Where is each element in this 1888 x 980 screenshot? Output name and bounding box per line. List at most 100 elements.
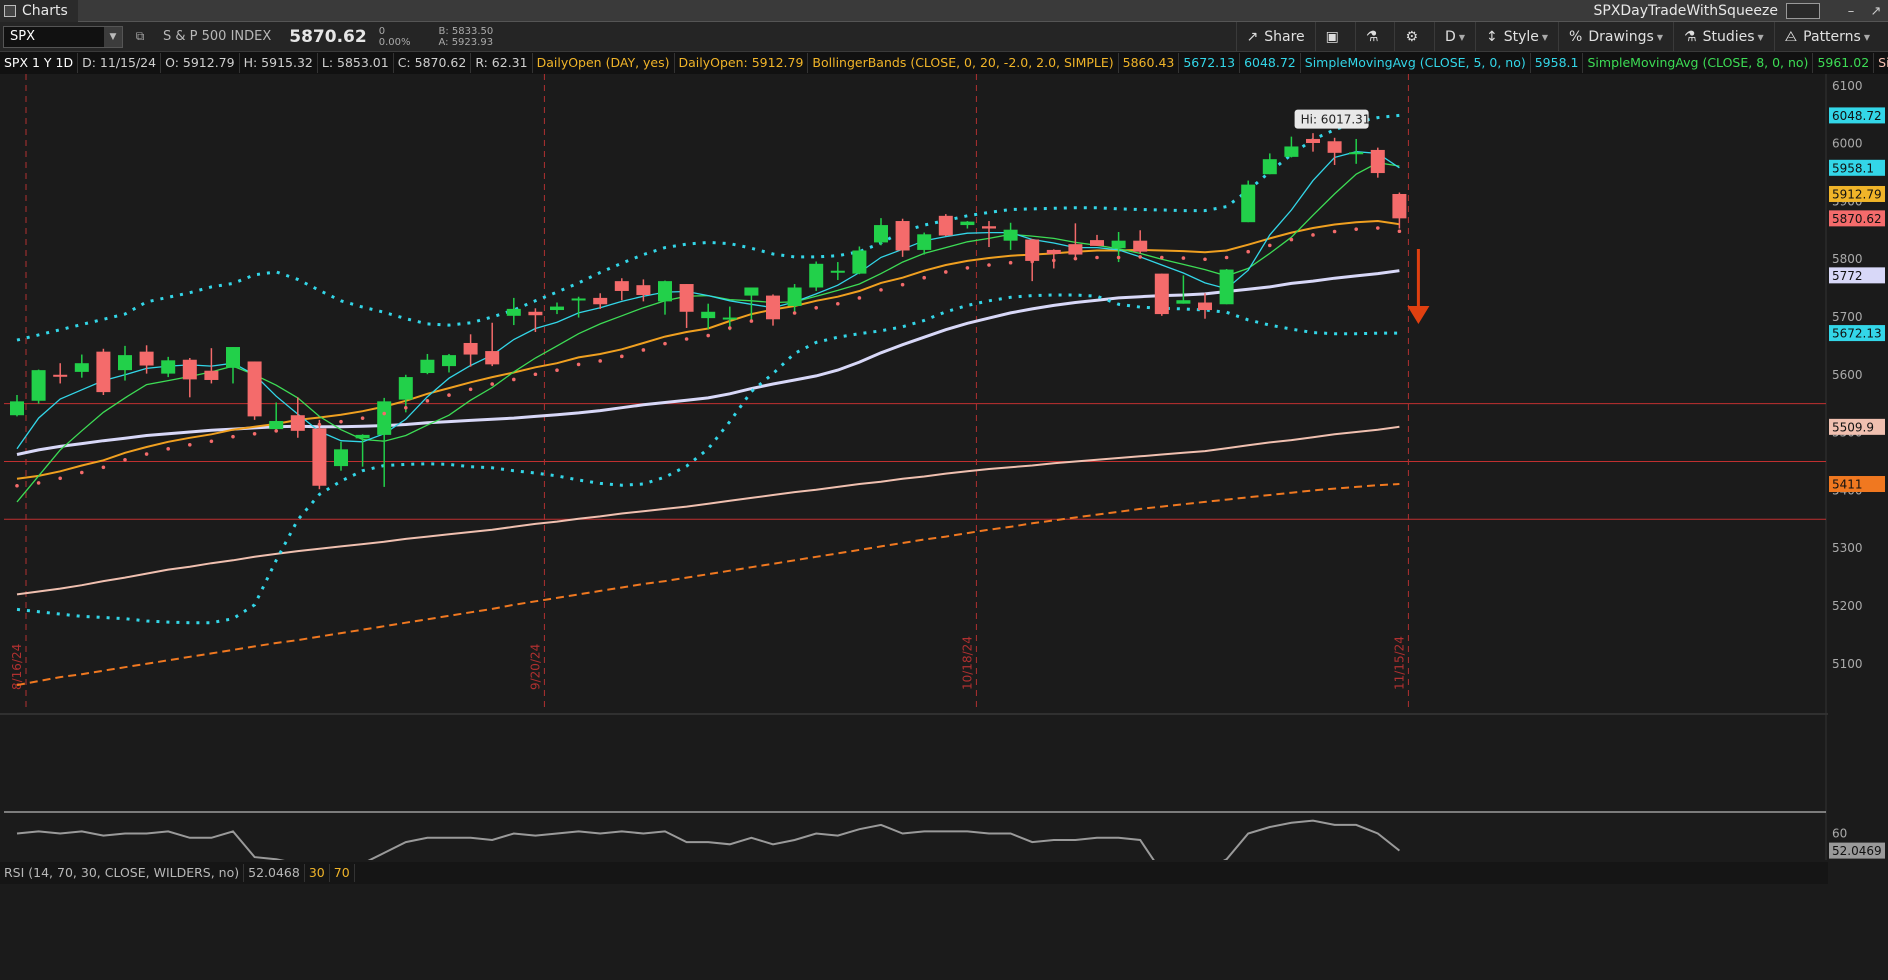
- price-chart[interactable]: 8/16/24 9/20/24 10/18/24 11/15/24 6100 6000 59…: [0, 74, 1888, 957]
- date-marker-label: 9/20/24: [528, 644, 542, 690]
- study-info-item[interactable]: DailyOpen (DAY, yes): [533, 53, 675, 73]
- study-info-item[interactable]: D: 11/15/24: [78, 53, 162, 73]
- style-button[interactable]: ↕ Style ▼: [1474, 22, 1558, 52]
- daily-open-dot: [1376, 226, 1380, 230]
- rsi-header: RSI (14, 70, 30, CLOSE, WILDERS, no) 52.…: [0, 862, 1828, 884]
- daily-open-dot: [58, 476, 62, 481]
- study-info-item[interactable]: H: 5915.32: [240, 53, 318, 73]
- study-info-item[interactable]: R: 62.31: [471, 53, 533, 73]
- daily-open-dot: [1095, 255, 1099, 260]
- candle-body: [938, 215, 953, 236]
- candle-body: [852, 250, 867, 274]
- candle-body: [895, 221, 910, 251]
- study-info-item[interactable]: 5961.02: [1813, 53, 1875, 73]
- chart-alert-icon: ▣: [1325, 29, 1339, 45]
- period-button[interactable]: D ▼: [1434, 22, 1475, 52]
- candle-body: [1370, 149, 1385, 174]
- symbol-input[interactable]: SPX ▼: [3, 25, 123, 48]
- bid-ask: B: 5833.50 A: 5923.93: [438, 26, 493, 48]
- daily-open-dot: [533, 372, 538, 377]
- study-info-bar: SPX 1 Y 1D D: 11/15/24 O: 5912.79 H: 5915.3…: [0, 52, 1888, 74]
- daily-open-dot: [317, 422, 322, 427]
- daily-open-dot: [339, 419, 343, 424]
- daily-open-dot: [1008, 260, 1013, 265]
- candle-body: [1090, 240, 1104, 246]
- candle-body: [182, 359, 197, 380]
- share-button[interactable]: ↗ Share: [1235, 22, 1315, 52]
- chevron-down-icon: ▼: [1863, 32, 1870, 42]
- candle-body: [485, 351, 500, 365]
- gear-icon: ⚙: [1405, 29, 1419, 45]
- candle-body: [1068, 244, 1083, 255]
- patterns-button[interactable]: ⨺ Patterns ▼: [1773, 22, 1880, 52]
- drawings-button[interactable]: % Drawings ▼: [1558, 22, 1673, 52]
- candle-body: [506, 308, 521, 316]
- daily-open-dot: [792, 311, 797, 315]
- study-info-item[interactable]: L: 5853.01: [318, 53, 394, 73]
- title-right: SPXDayTradeWithSqueeze – ↗: [1585, 0, 1888, 22]
- studies-button[interactable]: ⚗ Studies ▼: [1673, 22, 1774, 52]
- link-icon[interactable]: ⧉: [131, 29, 149, 44]
- study-info-item[interactable]: SPX 1 Y 1D: [0, 53, 79, 73]
- account-name[interactable]: SPXDayTradeWithSqueeze: [1585, 3, 1786, 19]
- candle-body: [1154, 273, 1169, 315]
- charts-tab[interactable]: Charts: [0, 0, 78, 22]
- candle-body: [701, 311, 716, 319]
- daily-open-dot: [296, 425, 300, 429]
- study-info-item[interactable]: 5672.13: [1179, 53, 1241, 73]
- chevron-down-icon[interactable]: ▼: [104, 26, 122, 47]
- candle-body: [118, 355, 132, 371]
- candle-body: [204, 370, 219, 380]
- candle-body: [874, 225, 888, 243]
- study-info-item[interactable]: 6048.72: [1240, 53, 1301, 73]
- price-tag-label: 5672.13: [1832, 327, 1882, 341]
- study-info-item[interactable]: 5860.43: [1119, 53, 1180, 73]
- pin-icon[interactable]: ↗: [1864, 4, 1888, 19]
- daily-open-dot: [576, 362, 581, 367]
- candle-body: [1025, 239, 1040, 261]
- candle-body: [226, 347, 240, 368]
- settings-button[interactable]: ⚙: [1394, 22, 1434, 52]
- daily-open-dot: [1332, 229, 1337, 234]
- alert-button[interactable]: ▣: [1314, 22, 1355, 52]
- last-price: 5870.62: [289, 26, 367, 47]
- chevron-down-icon: ▼: [1458, 32, 1465, 42]
- chart-area[interactable]: 8/16/24 9/20/24 10/18/24 11/15/24 6100 6000 59…: [0, 74, 1888, 957]
- daily-open-dot: [15, 484, 19, 488]
- study-info-item[interactable]: SimpleMovingAvg (CLOSE, 8, 0, no): [1583, 53, 1814, 73]
- minimize-icon[interactable]: –: [1838, 4, 1864, 19]
- tab-title: Charts: [22, 2, 68, 19]
- candle-body: [334, 449, 348, 467]
- daily-open-dot: [1073, 256, 1078, 261]
- price-tag-label: 5772: [1832, 269, 1863, 283]
- ask-value: A: 5923.93: [438, 36, 494, 48]
- daily-open-dot: [1268, 243, 1272, 248]
- study-info-item[interactable]: O: 5912.79: [161, 53, 240, 73]
- daily-open-dot: [101, 465, 106, 470]
- candle-body: [10, 401, 24, 416]
- flask-button[interactable]: ⚗: [1354, 22, 1395, 52]
- rsi-title[interactable]: RSI (14, 70, 30, CLOSE, WILDERS, no): [0, 864, 245, 882]
- study-info-item[interactable]: C: 5870.62: [394, 53, 472, 73]
- study-info-item[interactable]: 5958.1: [1531, 53, 1584, 73]
- study-info-item[interactable]: DailyOpen: 5912.79: [675, 53, 809, 73]
- window-icon: [4, 4, 16, 17]
- percent-change: 0.00%: [378, 36, 411, 48]
- candle-body: [1241, 184, 1256, 223]
- study-info-item[interactable]: SimpleMoving...: [1874, 53, 1888, 73]
- daily-open-dot: [706, 333, 710, 338]
- studies-label: Studies: [1702, 29, 1755, 45]
- price-tag-label: 5912.79: [1832, 187, 1882, 201]
- daily-open-dot: [987, 263, 991, 267]
- daily-open-dot: [879, 288, 883, 292]
- candle-body: [161, 360, 176, 374]
- daily-open-dot: [684, 337, 689, 341]
- study-info-item[interactable]: SimpleMovingAvg (CLOSE, 5, 0, no): [1301, 53, 1531, 73]
- y-tick-label: 5600: [1832, 368, 1863, 382]
- rsi-overbought: 70: [330, 864, 355, 882]
- daily-open-dot: [857, 296, 862, 300]
- study-info-item[interactable]: BollingerBands (CLOSE, 0, 20, -2.0, 2.0,…: [808, 53, 1119, 73]
- candle-body: [377, 401, 392, 435]
- link-box[interactable]: [1786, 3, 1820, 19]
- candle-body: [1284, 146, 1299, 157]
